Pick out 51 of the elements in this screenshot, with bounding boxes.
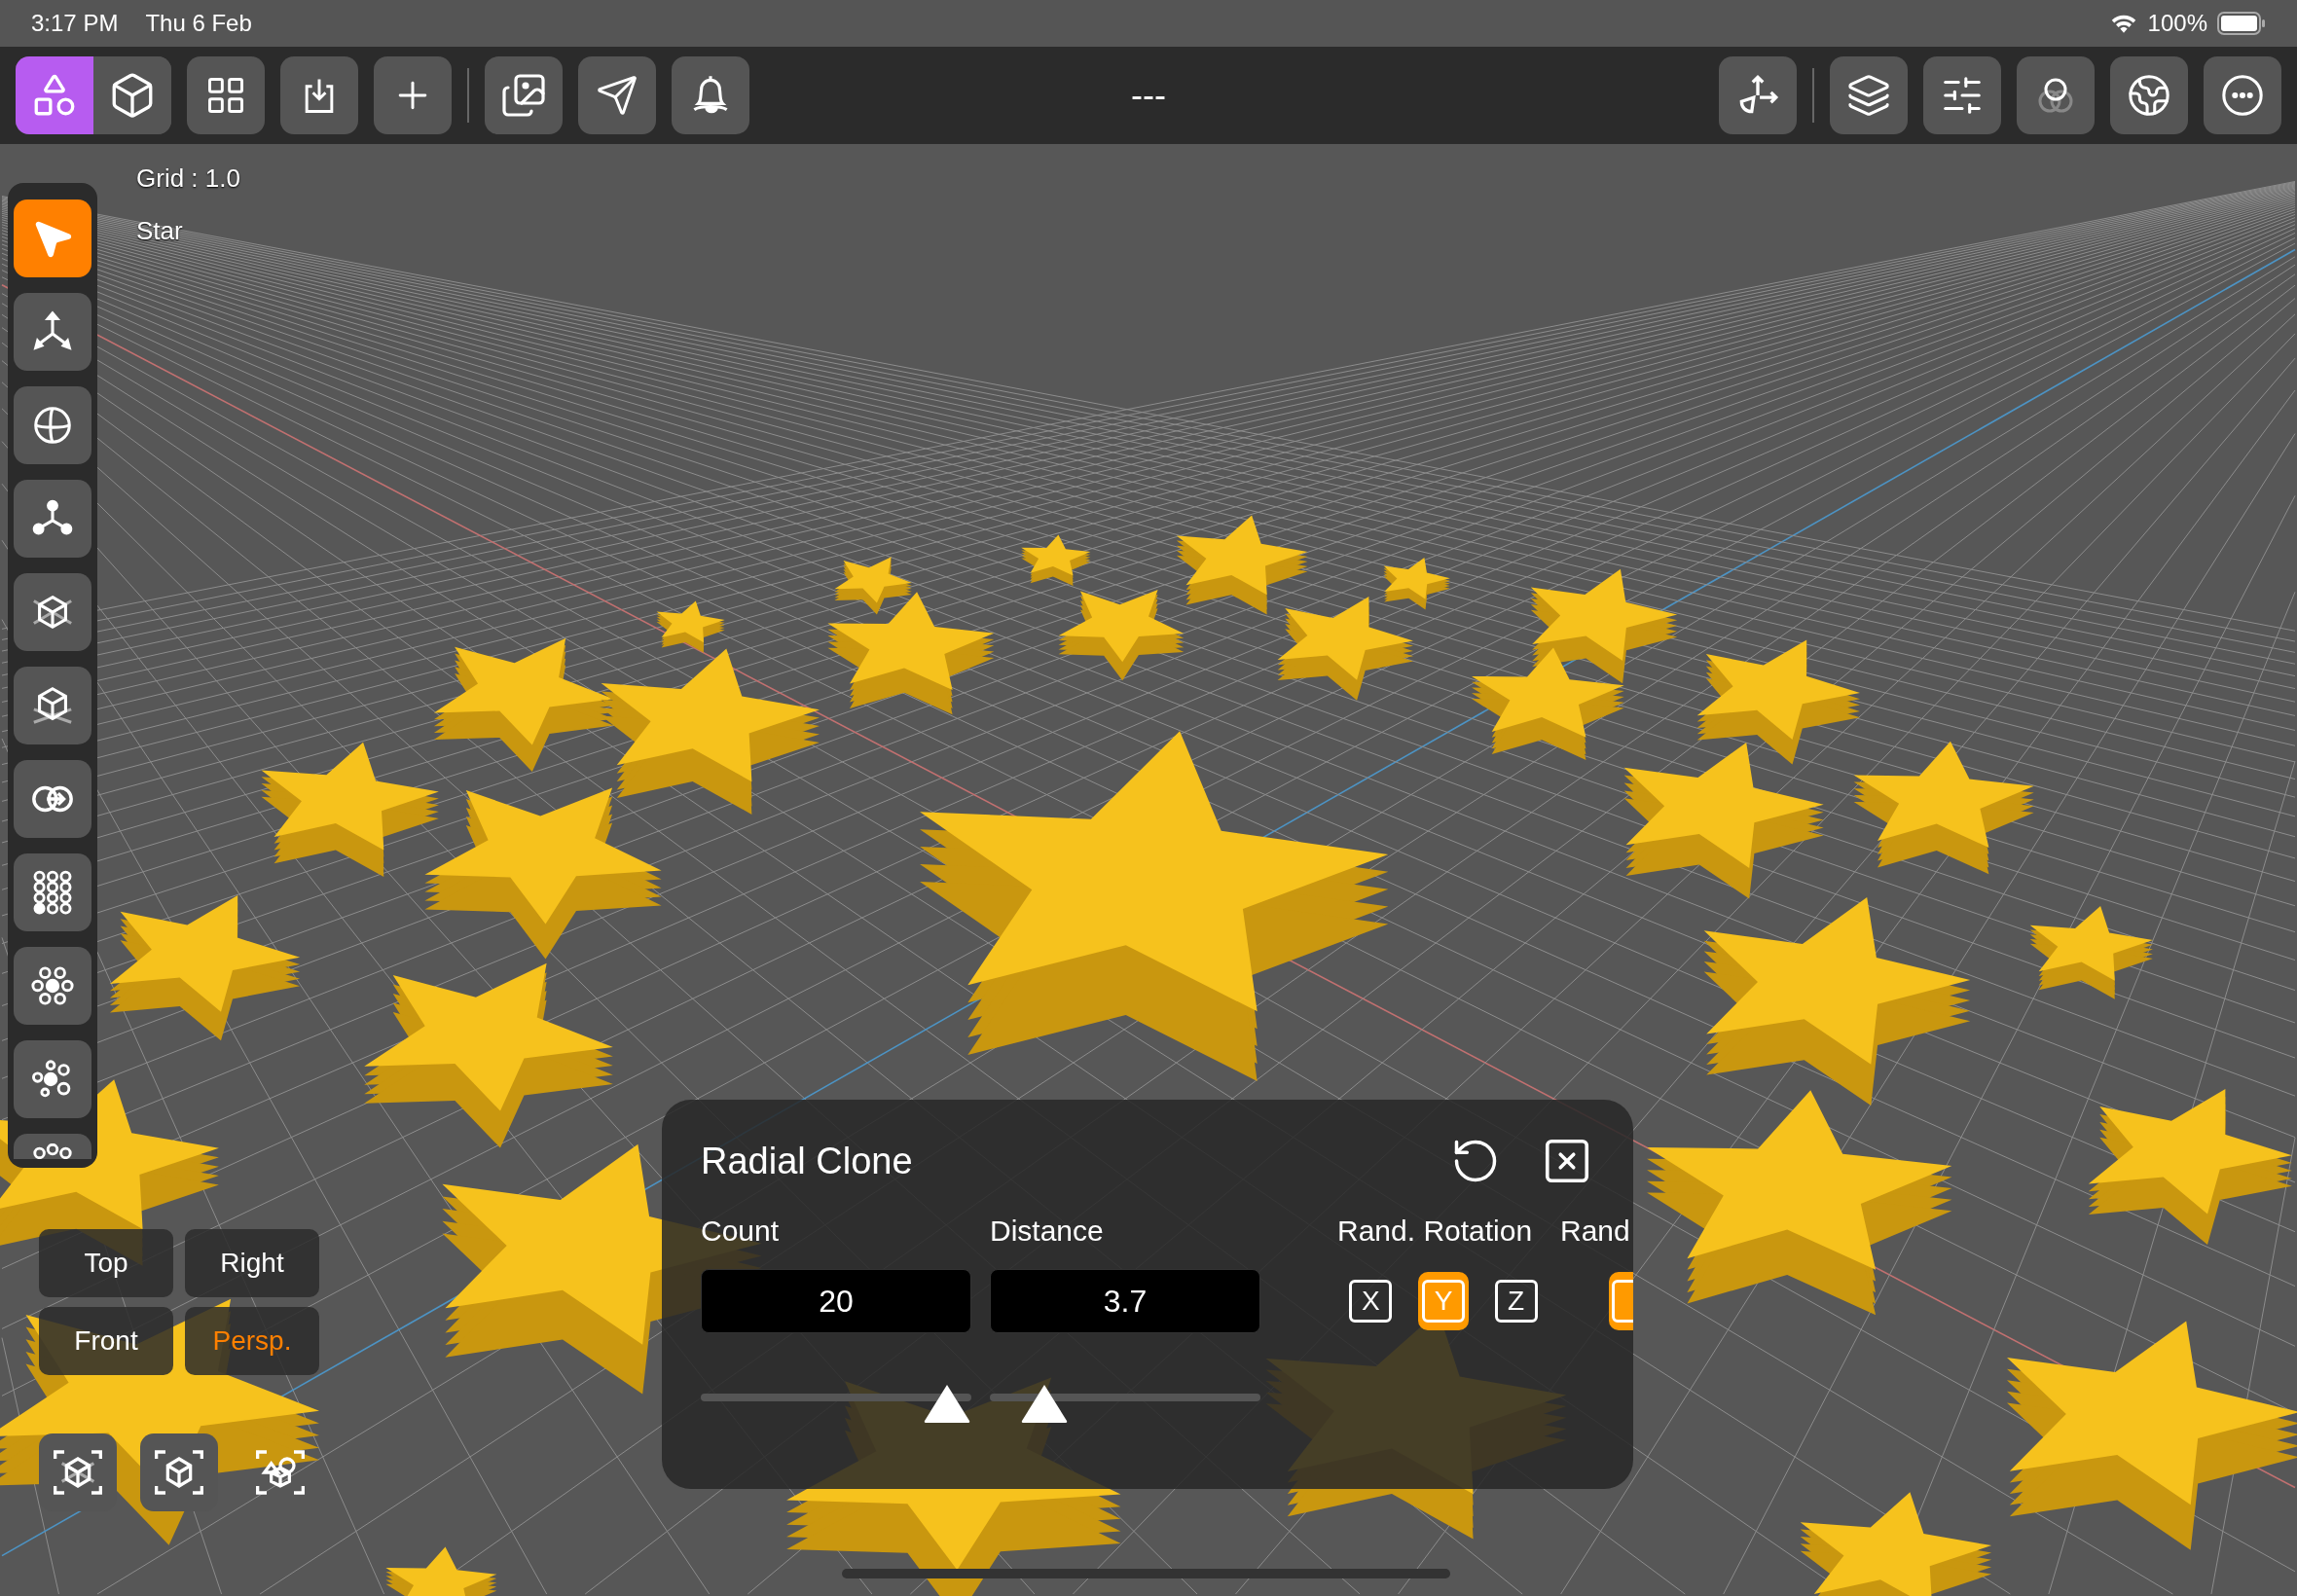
- battery-percent: 100%: [2147, 10, 2207, 37]
- tool-button[interactable]: [14, 947, 91, 1025]
- star-shape: [1021, 534, 1091, 586]
- tool-button[interactable]: [14, 200, 91, 277]
- view-button[interactable]: Persp.: [185, 1307, 319, 1375]
- settings-button[interactable]: [1923, 56, 2001, 134]
- more-button[interactable]: [2204, 56, 2281, 134]
- send-button[interactable]: [578, 56, 656, 134]
- transform-button[interactable]: [1719, 56, 1797, 134]
- frame-object-button[interactable]: [140, 1433, 218, 1511]
- globe-icon: [2127, 73, 2171, 118]
- number-field[interactable]: 3.7: [990, 1269, 1260, 1333]
- grid-button[interactable]: [187, 56, 265, 134]
- materials-button[interactable]: [2017, 56, 2095, 134]
- gallery-button[interactable]: [485, 56, 563, 134]
- tool-button[interactable]: [14, 1134, 91, 1159]
- field-label: Distance: [990, 1214, 1105, 1249]
- view-button[interactable]: Right: [185, 1229, 319, 1297]
- rotation-label: Rand. Rotation: [1337, 1214, 1534, 1249]
- send-icon: [596, 74, 638, 117]
- environment-button[interactable]: [2110, 56, 2188, 134]
- number-field[interactable]: 20: [701, 1269, 971, 1333]
- tool-button[interactable]: [14, 667, 91, 744]
- tool-button[interactable]: [14, 1040, 91, 1118]
- field-label: Count: [701, 1214, 781, 1249]
- panel-title: Radial Clone: [701, 1140, 914, 1182]
- image-icon: [500, 72, 547, 119]
- tool-button[interactable]: [14, 760, 91, 838]
- object-name-label: Star: [136, 216, 183, 246]
- tool-button[interactable]: [14, 573, 91, 651]
- document-title: ---: [1131, 75, 1166, 116]
- grid-size-label: Grid : 1.0: [136, 163, 240, 194]
- battery-icon: [2217, 11, 2266, 36]
- tool-button[interactable]: [14, 853, 91, 931]
- tool-button[interactable]: [14, 293, 91, 371]
- shapes-mode-button[interactable]: [16, 56, 93, 134]
- add-button[interactable]: [374, 56, 452, 134]
- layers-icon: [1846, 73, 1891, 118]
- status-time: 3:17 PM: [31, 10, 119, 37]
- frame-selection-button[interactable]: [39, 1433, 117, 1511]
- bell-button[interactable]: [672, 56, 749, 134]
- section-label: Rand: [1560, 1214, 1631, 1249]
- tool-button[interactable]: [14, 386, 91, 464]
- status-date: Thu 6 Feb: [145, 10, 252, 37]
- more-icon: [2220, 73, 2265, 118]
- layers-button[interactable]: [1830, 56, 1908, 134]
- tool-button[interactable]: [14, 480, 91, 558]
- import-button[interactable]: [280, 56, 358, 134]
- view-button[interactable]: Top: [39, 1229, 173, 1297]
- dot-cluster-icon: [30, 1143, 75, 1159]
- view-button[interactable]: Front: [39, 1307, 173, 1375]
